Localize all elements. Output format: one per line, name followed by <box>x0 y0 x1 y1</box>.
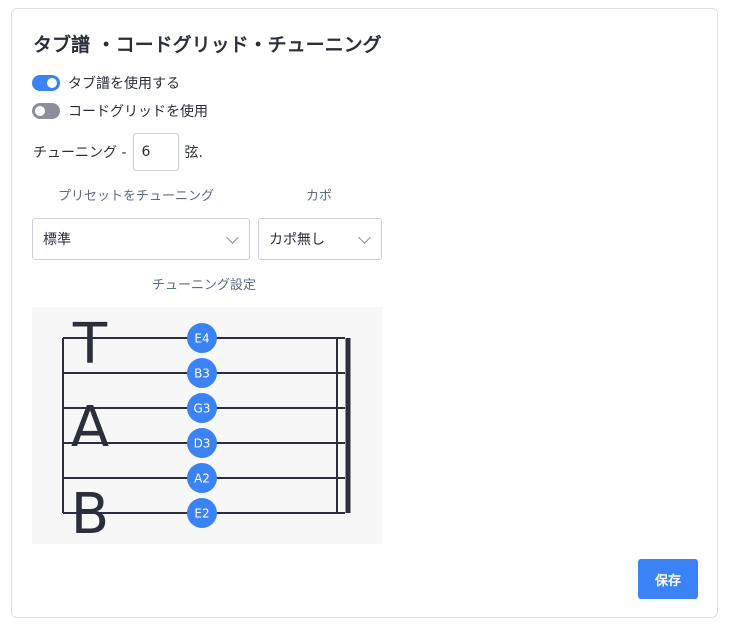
use-tab-row: タブ譜を使用する <box>32 73 180 93</box>
tab-clef-letter: T <box>72 312 108 377</box>
preset-label: プリセットをチューニング <box>58 189 215 204</box>
preset-select-value: 標準 <box>43 232 71 248</box>
tab-staff: TAB E4 B3 G3 D3 A2 E2 <box>62 312 351 544</box>
use-chord-grid-toggle[interactable] <box>32 103 60 119</box>
capo-select-value: カポ無し <box>269 232 325 248</box>
string-tuning-pin[interactable]: E2 <box>187 498 217 528</box>
string-count-suffix: 弦. <box>184 145 203 161</box>
string-tuning-label: A2 <box>194 472 210 486</box>
page-title: タブ譜 ・コードグリッド・チューニング <box>33 34 382 56</box>
string-count-row: チューニング - 弦. <box>33 133 203 171</box>
tab-clef-letter: B <box>71 482 109 544</box>
save-button[interactable]: 保存 <box>638 559 698 599</box>
string-count-input[interactable] <box>132 133 179 171</box>
string-tuning-label: G3 <box>194 402 211 416</box>
string-tuning-pin[interactable]: G3 <box>187 393 217 423</box>
chevron-down-icon <box>358 231 371 244</box>
tuning-settings-label: チューニング設定 <box>152 278 257 293</box>
use-tab-toggle[interactable] <box>32 75 60 91</box>
string-tuning-pin[interactable]: B3 <box>187 358 217 388</box>
string-count-prefix: チューニング - <box>33 145 127 161</box>
use-chord-grid-row: コードグリッドを使用 <box>32 101 208 121</box>
string-tuning-label: E2 <box>194 507 209 521</box>
preset-select[interactable]: 標準 <box>32 218 250 260</box>
string-tuning-label: D3 <box>194 437 211 451</box>
capo-select[interactable]: カポ無し <box>258 218 382 260</box>
use-chord-grid-label: コードグリッドを使用 <box>68 104 208 120</box>
string-tuning-pin[interactable]: D3 <box>187 428 217 458</box>
string-tuning-pin[interactable]: A2 <box>187 463 217 493</box>
string-tuning-label: E4 <box>194 332 209 346</box>
tab-clef-letter: A <box>71 395 109 460</box>
string-tuning-pin[interactable]: E4 <box>187 323 217 353</box>
tuning-staff-area: TAB E4 B3 G3 D3 A2 E2 <box>32 307 382 544</box>
capo-label: カポ <box>306 189 333 204</box>
chevron-down-icon <box>226 231 239 244</box>
use-tab-label: タブ譜を使用する <box>68 76 180 92</box>
string-tuning-label: B3 <box>194 367 210 381</box>
